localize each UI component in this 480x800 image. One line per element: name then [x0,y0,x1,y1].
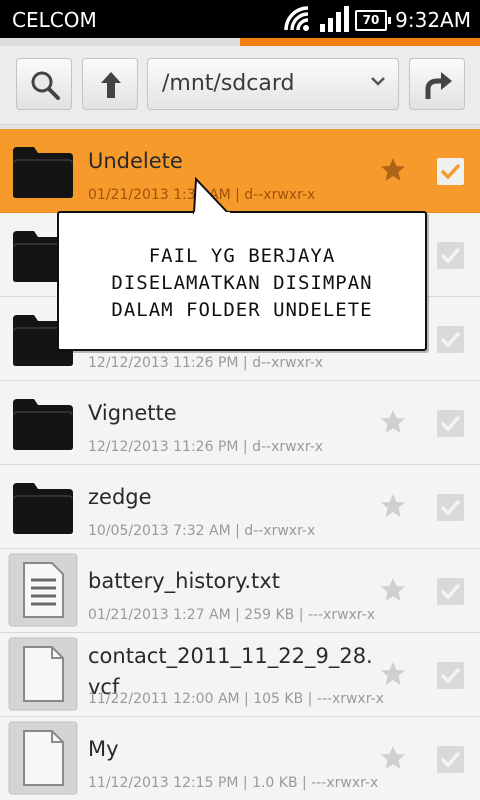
file-meta: 12/12/2013 11:26 PM | d--xrwxr-x [88,355,324,371]
signal-icon [320,6,349,32]
file-name: Undelete [88,149,183,173]
toolbar: /mnt/sdcard [0,46,480,125]
battery-icon: 70 [355,10,391,31]
search-button[interactable] [16,58,72,110]
checkmark-icon [440,751,461,768]
file-name: battery_history.txt [88,569,280,593]
select-checkbox[interactable] [437,410,464,437]
list-item[interactable]: battery_history.txt 01/21/2013 1:27 AM |… [0,549,480,633]
list-item[interactable]: Vignette 12/12/2013 11:26 PM | d--xrwxr-… [0,381,480,465]
file-meta: 12/12/2013 11:26 PM | d--xrwxr-x [88,439,324,455]
up-arrow-icon [101,72,121,98]
callout-tail [192,177,231,217]
callout-bubble: FAIL YG BERJAYA DISELAMATKAN DISIMPAN DA… [57,211,427,351]
star-icon[interactable] [380,493,406,519]
file-icon [8,721,78,795]
checkmark-icon [440,415,461,432]
checkmark-icon [440,499,461,516]
list-item[interactable]: contact_2011_11_22_9_28.vcf 11/22/2011 1… [0,633,480,717]
checkmark-icon [440,583,461,600]
select-checkbox[interactable] [437,746,464,773]
checkmark-icon [440,331,461,348]
select-checkbox[interactable] [437,158,464,185]
path-text: /mnt/sdcard [162,71,295,96]
status-bar: CELCOM 70 9:32AM [0,0,480,38]
star-icon[interactable] [380,745,406,771]
folder-icon [13,483,73,534]
wifi-icon [284,6,309,31]
file-name: My [88,737,119,761]
select-checkbox[interactable] [437,326,464,353]
file-meta: 11/12/2013 12:15 PM | 1.0 KB | ---xrwxr-… [88,775,379,791]
star-icon[interactable] [380,409,406,435]
clock: 9:32AM [395,8,471,32]
file-meta: 10/05/2013 7:32 AM | d--xrwxr-x [88,523,316,539]
list-item[interactable]: Undelete 01/21/2013 1:30 AM | d--xrwxr-x [0,129,480,213]
select-checkbox[interactable] [437,494,464,521]
select-checkbox[interactable] [437,242,464,269]
select-checkbox[interactable] [437,578,464,605]
carrier-name: CELCOM [12,8,97,32]
file-icon [8,637,78,711]
file-meta: 01/21/2013 1:27 AM | 259 KB | ---xrwxr-x [88,607,376,623]
chevron-down-icon [371,77,385,86]
back-button[interactable] [409,58,465,110]
search-icon [31,71,60,100]
star-icon[interactable] [380,661,406,687]
checkmark-icon [440,247,461,264]
text-file-icon [8,553,78,627]
list-item[interactable]: My 11/12/2013 12:15 PM | 1.0 KB | ---xrw… [0,717,480,800]
checkmark-icon [440,163,461,180]
callout-line: DISELAMATKAN DISIMPAN [111,272,373,294]
file-name: zedge [88,485,152,509]
progress-fill [240,38,480,46]
callout-line: DALAM FOLDER UNDELETE [111,299,373,321]
folder-icon [13,147,73,198]
star-icon[interactable] [380,577,406,603]
folder-icon [13,399,73,450]
progress-bar [0,38,480,46]
checkmark-icon [440,667,461,684]
select-checkbox[interactable] [437,662,464,689]
file-name: Vignette [88,401,177,425]
list-item[interactable]: zedge 10/05/2013 7:32 AM | d--xrwxr-x [0,465,480,549]
up-directory-button[interactable] [82,58,138,110]
callout-line: FAIL YG BERJAYA [148,245,336,267]
file-meta: 11/22/2011 12:00 AM | 105 KB | ---xrwxr-… [88,691,384,707]
path-dropdown[interactable]: /mnt/sdcard [147,58,399,110]
star-icon[interactable] [380,157,406,183]
callout-text: FAIL YG BERJAYA DISELAMATKAN DISIMPAN DA… [59,243,425,324]
back-arrow-icon [425,72,452,99]
